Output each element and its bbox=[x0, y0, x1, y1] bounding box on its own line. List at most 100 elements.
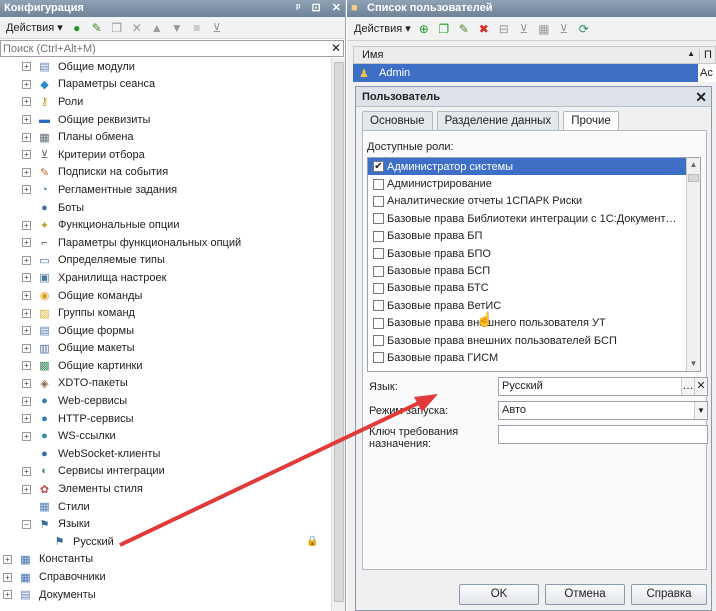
expand-icon[interactable]: + bbox=[22, 291, 31, 301]
roles-scroll-thumb[interactable] bbox=[688, 174, 699, 182]
tree-item[interactable]: + ◈ XDTO-пакеты bbox=[0, 375, 330, 393]
expand-icon[interactable]: + bbox=[3, 554, 12, 564]
delete-user-icon[interactable]: ✖ bbox=[475, 20, 493, 38]
add-user-icon[interactable]: ⊕ bbox=[415, 20, 433, 38]
move-down-icon[interactable]: ▼ bbox=[168, 19, 186, 37]
expand-icon[interactable]: + bbox=[22, 466, 31, 476]
tree-item[interactable]: + ▥ Общие макеты bbox=[0, 340, 330, 358]
tree-item[interactable]: + ✎ Подписки на события bbox=[0, 164, 330, 182]
list-item[interactable]: Базовые права ВетИС bbox=[368, 297, 700, 314]
tree-item[interactable]: + ✿ Элементы стиля bbox=[0, 480, 330, 498]
scroll-up-icon[interactable]: ▲ bbox=[687, 158, 700, 172]
tree-item[interactable]: + ◉ Общие команды bbox=[0, 287, 330, 305]
roles-scrollbar[interactable]: ▲ ▼ bbox=[686, 158, 700, 371]
tree-item[interactable]: − ⚑ Языки bbox=[0, 515, 330, 533]
cancel-button[interactable]: Отмена bbox=[545, 584, 625, 605]
tree-item[interactable]: + ⊻ Критерии отбора bbox=[0, 146, 330, 164]
expand-icon[interactable]: + bbox=[22, 97, 31, 107]
role-checkbox[interactable] bbox=[373, 335, 384, 347]
list-item[interactable]: ✔ Администратор системы bbox=[368, 158, 700, 176]
tree-item[interactable]: + ● HTTP-сервисы bbox=[0, 410, 330, 428]
role-checkbox[interactable] bbox=[373, 195, 384, 207]
tab-other[interactable]: Прочие bbox=[563, 111, 619, 131]
list-item[interactable]: Базовые права БСП bbox=[368, 262, 700, 279]
tree-item[interactable]: + ◆ Параметры сеанса bbox=[0, 76, 330, 94]
tree-item[interactable]: + ▦ Планы обмена bbox=[0, 128, 330, 146]
filter-icon[interactable]: ⊻ bbox=[208, 19, 226, 37]
role-checkbox[interactable] bbox=[373, 317, 384, 329]
funnel-icon[interactable]: ⊻ bbox=[515, 20, 533, 38]
role-checkbox[interactable] bbox=[373, 265, 384, 277]
expand-icon[interactable]: + bbox=[22, 396, 31, 406]
expand-icon[interactable]: + bbox=[22, 484, 31, 494]
expand-icon[interactable]: + bbox=[22, 361, 31, 371]
tree-item[interactable]: + ◐ Сервисы интеграции bbox=[0, 463, 330, 481]
role-checkbox[interactable] bbox=[373, 248, 384, 260]
list-filter-icon[interactable]: ⊟ bbox=[495, 20, 513, 38]
language-field[interactable]: Русский … ✕ bbox=[498, 377, 708, 396]
tree-item[interactable]: ▦ Стили bbox=[0, 498, 330, 516]
launch-mode-select[interactable]: Авто ▼ bbox=[498, 401, 708, 420]
expand-icon[interactable]: + bbox=[22, 273, 31, 283]
users-actions-menu-button[interactable]: Действия ▾ bbox=[351, 22, 414, 35]
list-item[interactable]: Базовые права БПО bbox=[368, 245, 700, 262]
expand-icon[interactable]: + bbox=[22, 431, 31, 441]
restore-icon[interactable]: ⊡ bbox=[312, 2, 321, 14]
add-icon[interactable]: ● bbox=[68, 19, 86, 37]
expand-icon[interactable]: + bbox=[22, 150, 31, 160]
role-checkbox[interactable]: ✔ bbox=[373, 161, 384, 173]
expand-icon[interactable]: + bbox=[22, 220, 31, 230]
expand-icon[interactable]: + bbox=[22, 326, 31, 336]
filter-options-icon[interactable]: ▦ bbox=[535, 20, 553, 38]
expand-icon[interactable]: + bbox=[22, 132, 31, 142]
pin-icon[interactable]: ᵖ bbox=[296, 2, 300, 14]
expand-icon[interactable]: + bbox=[3, 590, 12, 600]
tree-item[interactable]: ● WebSocket-клиенты bbox=[0, 445, 330, 463]
tree-item[interactable]: + ▩ Общие картинки bbox=[0, 357, 330, 375]
tree-item[interactable]: + ◔ Регламентные задания bbox=[0, 181, 330, 199]
list-item[interactable]: Базовые права БТС bbox=[368, 280, 700, 297]
copy-user-icon[interactable]: ❐ bbox=[435, 20, 453, 38]
sort-icon[interactable]: ≡ bbox=[188, 19, 206, 37]
expand-icon[interactable]: + bbox=[22, 308, 31, 318]
collapse-icon[interactable]: − bbox=[22, 519, 31, 529]
list-item[interactable]: Базовые права внешних пользователей БСП bbox=[368, 332, 700, 349]
role-checkbox[interactable] bbox=[373, 213, 384, 225]
tab-main[interactable]: Основные bbox=[362, 111, 433, 130]
move-up-icon[interactable]: ▲ bbox=[148, 19, 166, 37]
tree-item[interactable]: ● Боты bbox=[0, 199, 330, 217]
scroll-down-icon[interactable]: ▼ bbox=[687, 357, 700, 371]
edit-icon[interactable]: ✎ bbox=[88, 19, 106, 37]
expand-icon[interactable]: + bbox=[22, 255, 31, 265]
clear-field-icon[interactable]: ✕ bbox=[694, 378, 707, 395]
tree-item[interactable]: + ⌐ Параметры функциональных опций bbox=[0, 234, 330, 252]
tree-item[interactable]: ⚑ Русский 🔒 bbox=[0, 533, 330, 551]
role-checkbox[interactable] bbox=[373, 352, 384, 364]
table-row[interactable]: ♟ Admin Ac bbox=[353, 64, 716, 82]
tab-data-separation[interactable]: Разделение данных bbox=[436, 111, 560, 130]
tree-item[interactable]: + ▤ Общие формы bbox=[0, 322, 330, 340]
tree-scrollbar[interactable] bbox=[331, 58, 345, 611]
edit-user-icon[interactable]: ✎ bbox=[455, 20, 473, 38]
expand-icon[interactable]: + bbox=[3, 572, 12, 582]
search-input[interactable] bbox=[1, 41, 321, 56]
refresh-icon[interactable]: ⟳ bbox=[575, 20, 593, 38]
list-item[interactable]: Базовые права внешнего пользователя УТ bbox=[368, 315, 700, 332]
role-checkbox[interactable] bbox=[373, 178, 384, 190]
list-item[interactable]: Аналитические отчеты 1СПАРК Риски bbox=[368, 193, 700, 210]
list-item[interactable]: Администрирование bbox=[368, 175, 700, 192]
expand-icon[interactable]: + bbox=[22, 185, 31, 195]
select-ellipsis-icon[interactable]: … bbox=[681, 378, 694, 395]
list-item[interactable]: Базовые права ГИСМ bbox=[368, 349, 700, 366]
search-clear-icon[interactable]: ✕ bbox=[331, 41, 341, 55]
close-icon[interactable]: ✕ bbox=[332, 2, 341, 14]
tree-item[interactable]: + ▤ Общие модули bbox=[0, 58, 330, 76]
tree-item[interactable]: + ▨ Группы команд bbox=[0, 304, 330, 322]
list-item[interactable]: Базовые права БП bbox=[368, 228, 700, 245]
ok-button[interactable]: OK bbox=[459, 584, 539, 605]
tree-item[interactable]: + ▣ Хранилища настроек bbox=[0, 269, 330, 287]
expand-icon[interactable]: + bbox=[22, 62, 31, 72]
expand-icon[interactable]: + bbox=[22, 79, 31, 89]
tree-item[interactable]: + ● WS-ссылки bbox=[0, 427, 330, 445]
chevron-down-icon[interactable]: ▼ bbox=[694, 402, 707, 419]
